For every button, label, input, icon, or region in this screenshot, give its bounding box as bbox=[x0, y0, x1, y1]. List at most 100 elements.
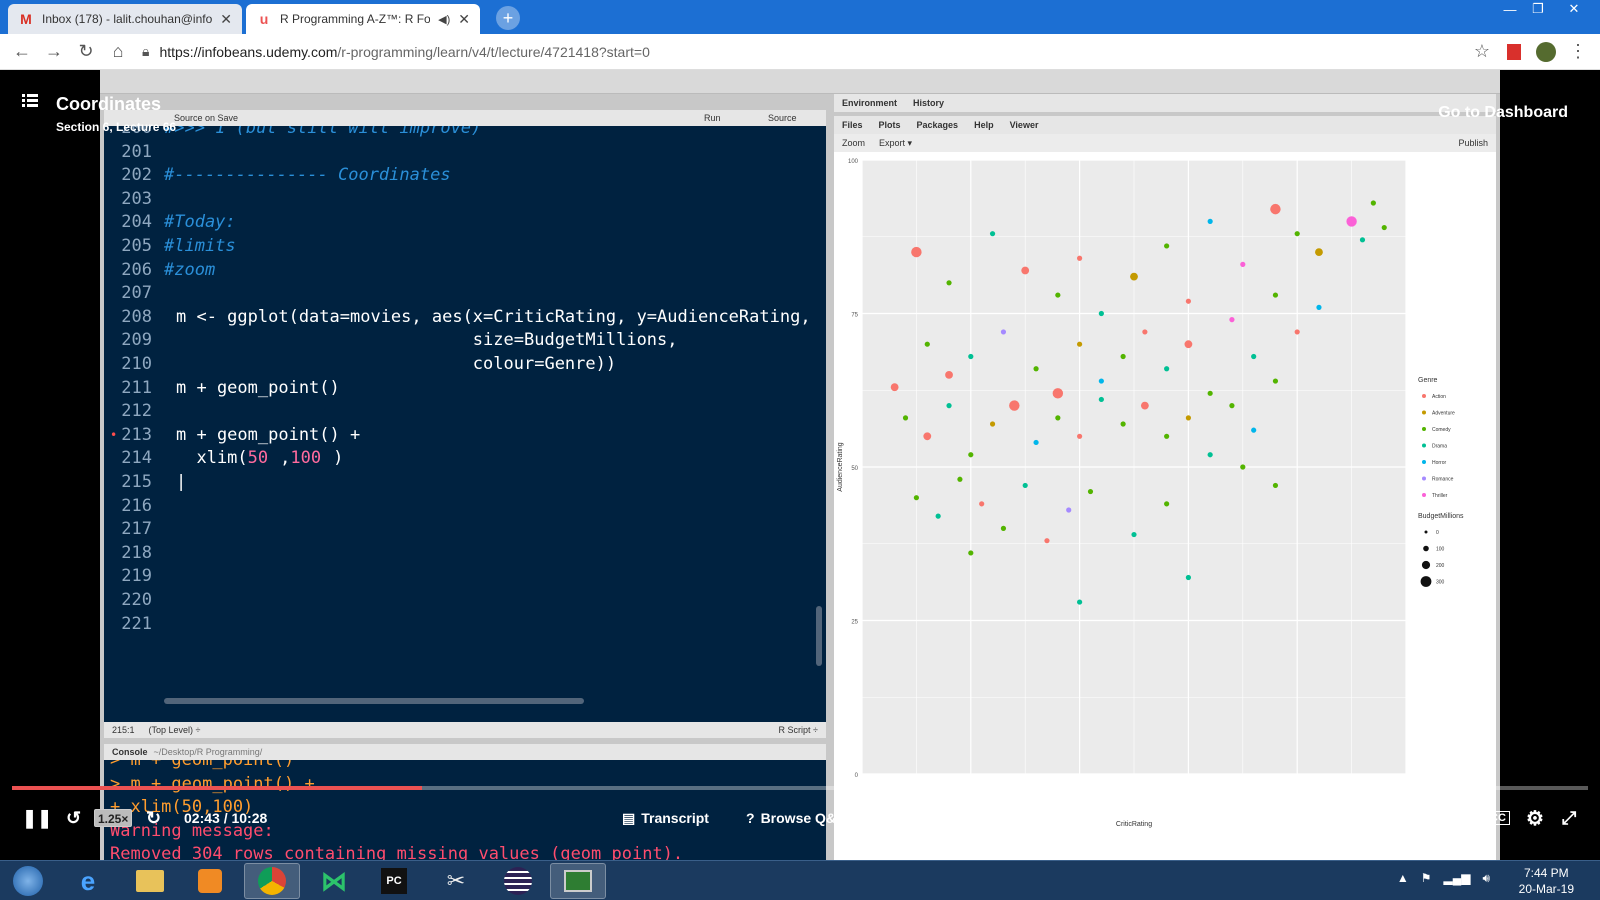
start-button[interactable] bbox=[0, 863, 56, 899]
legend-label: Horror bbox=[1432, 460, 1447, 466]
close-icon[interactable]: ✕ bbox=[220, 11, 232, 28]
data-point bbox=[1294, 329, 1300, 335]
rewind-icon[interactable]: ↺ bbox=[66, 808, 81, 829]
data-point bbox=[968, 550, 974, 556]
data-point bbox=[1066, 507, 1072, 513]
reload-icon[interactable]: ↻ bbox=[70, 36, 102, 68]
y-tick-label: 100 bbox=[848, 159, 859, 165]
tab-gmail[interactable]: M Inbox (178) - lalit.chouhan@infob ✕ bbox=[8, 4, 242, 34]
settings-gear-icon[interactable]: ⚙ bbox=[1526, 806, 1544, 831]
transcript-icon: ▤ bbox=[622, 809, 636, 826]
data-point bbox=[1207, 452, 1213, 458]
code-text: size=BudgetMillions, bbox=[164, 330, 678, 350]
minimize-button[interactable]: — bbox=[1496, 0, 1524, 18]
data-point bbox=[1000, 329, 1007, 335]
speaker-icon[interactable]: ◀) bbox=[438, 13, 450, 26]
data-point bbox=[1370, 200, 1376, 206]
file-type-label: R Script ÷ bbox=[778, 725, 818, 735]
action-center-icon[interactable]: ⚑ bbox=[1421, 871, 1432, 886]
tray-expand-icon[interactable]: ▲ bbox=[1397, 871, 1409, 886]
data-point bbox=[1229, 403, 1235, 409]
time-label: 02:43 / 10:28 bbox=[184, 810, 268, 826]
media-player-icon[interactable] bbox=[182, 863, 238, 899]
internet-explorer-icon[interactable]: e bbox=[60, 863, 116, 899]
code-line: 209 size=BudgetMillions, bbox=[104, 328, 826, 352]
line-number: 220 bbox=[121, 590, 152, 610]
chrome-icon[interactable] bbox=[244, 863, 300, 899]
restore-button[interactable]: ❐ bbox=[1524, 0, 1552, 18]
file-explorer-icon[interactable] bbox=[122, 863, 178, 899]
visual-studio-code-icon[interactable]: ⋈ bbox=[306, 863, 362, 899]
code-token: #zoom bbox=[164, 259, 216, 280]
go-to-dashboard-link[interactable]: Go to Dashboard bbox=[1438, 104, 1568, 122]
pause-icon[interactable]: ❚❚ bbox=[22, 808, 52, 829]
tab-udemy[interactable]: u R Programming A-Z™: R For ◀) ✕ bbox=[246, 4, 480, 34]
code-line: 218 bbox=[104, 541, 826, 565]
data-point bbox=[1184, 340, 1193, 349]
y-tick-label: 50 bbox=[851, 466, 858, 472]
system-clock[interactable]: 7:44 PM 20-Mar-19 bbox=[1519, 865, 1574, 897]
pycharm-icon[interactable]: PC bbox=[366, 863, 422, 899]
speed-button[interactable]: 1.25× bbox=[94, 809, 133, 827]
data-point bbox=[1000, 525, 1007, 531]
close-window-button[interactable]: ✕ bbox=[1560, 0, 1588, 18]
tab-environment: Environment bbox=[842, 98, 898, 108]
code-token: #>>> 1 (but still will improve) bbox=[164, 126, 482, 138]
forward-icon[interactable]: ↻ bbox=[146, 808, 161, 829]
add-bookmark-button[interactable]: ▮ Add Bookmark bbox=[888, 810, 1001, 827]
console-title: Console bbox=[112, 747, 148, 757]
transcript-label: Transcript bbox=[641, 810, 709, 826]
code-line: 206 #zoom bbox=[104, 258, 826, 282]
transcript-button[interactable]: ▤ Transcript bbox=[622, 810, 709, 827]
legend-key bbox=[1422, 394, 1426, 398]
continue-button[interactable]: Continue ▶❘ bbox=[1350, 810, 1439, 827]
menu-kebab-icon[interactable]: ⋮ bbox=[1562, 36, 1594, 68]
video-player[interactable]: Source on Save Run Source 221 220 219 218 21… bbox=[0, 70, 1600, 860]
legend-size-key bbox=[1421, 560, 1431, 570]
volume-icon[interactable]: 🔊︎ bbox=[1450, 808, 1461, 829]
network-icon[interactable]: ▂▄▆ bbox=[1443, 871, 1470, 886]
url-path: /r-programming/learn/v4/t/lecture/472141… bbox=[337, 43, 650, 60]
line-number: 214 bbox=[121, 448, 152, 469]
captions-icon[interactable]: CC bbox=[1486, 811, 1510, 825]
video-frame: Source on Save Run Source 221 220 219 218 21… bbox=[100, 70, 1500, 860]
close-icon[interactable]: ✕ bbox=[458, 11, 470, 28]
data-point bbox=[1120, 421, 1126, 427]
data-point bbox=[1131, 531, 1137, 538]
forward-icon[interactable]: → bbox=[38, 36, 70, 68]
snipping-tool-icon[interactable]: ✂ bbox=[428, 863, 484, 899]
fullscreen-icon[interactable]: ⤢ bbox=[1562, 808, 1576, 829]
browse-qa-button[interactable]: ? Browse Q&A bbox=[746, 810, 846, 826]
url-field[interactable]: 🔒︎ https://infobeans.udemy.com/r-program… bbox=[142, 38, 1466, 66]
data-point bbox=[1033, 439, 1039, 446]
editor-vscrollbar bbox=[816, 606, 822, 666]
home-icon[interactable]: ⌂ bbox=[102, 36, 134, 68]
bookmark-star-icon[interactable]: ☆ bbox=[1466, 36, 1498, 68]
volume-tray-icon[interactable]: 🔊︎ bbox=[1482, 871, 1490, 886]
data-point bbox=[1077, 599, 1083, 605]
code-text: #limits bbox=[164, 236, 236, 256]
code-line: 207 bbox=[104, 281, 826, 305]
lock-icon: 🔒︎ bbox=[142, 43, 150, 59]
legend-key bbox=[1422, 427, 1426, 431]
extension-icon[interactable] bbox=[1498, 36, 1530, 68]
code-line: 211 m + geom_point() bbox=[104, 376, 826, 400]
curriculum-menu-icon[interactable] bbox=[22, 94, 38, 108]
new-tab-button[interactable]: + bbox=[496, 6, 520, 30]
breakpoint-marker[interactable]: • bbox=[110, 423, 117, 447]
code-token: ) bbox=[333, 448, 344, 469]
code-text: m <- ggplot(data=movies, aes(x=CriticRat… bbox=[164, 307, 811, 327]
legend-key bbox=[1422, 410, 1426, 415]
data-point bbox=[1052, 388, 1064, 399]
back-icon[interactable]: ← bbox=[6, 36, 38, 68]
data-point bbox=[1164, 243, 1170, 249]
code-text: #>>> 1 (but still will improve) bbox=[164, 126, 481, 138]
legend-size-label: 200 bbox=[1436, 563, 1445, 569]
add-bookmark-label: Add Bookmark bbox=[901, 810, 1002, 826]
data-point bbox=[957, 476, 963, 482]
line-number: 212 bbox=[121, 401, 152, 422]
code-text: | bbox=[164, 472, 186, 492]
terminal-app-icon[interactable] bbox=[550, 863, 606, 899]
eclipse-icon[interactable] bbox=[490, 863, 546, 899]
profile-avatar[interactable] bbox=[1530, 36, 1562, 68]
